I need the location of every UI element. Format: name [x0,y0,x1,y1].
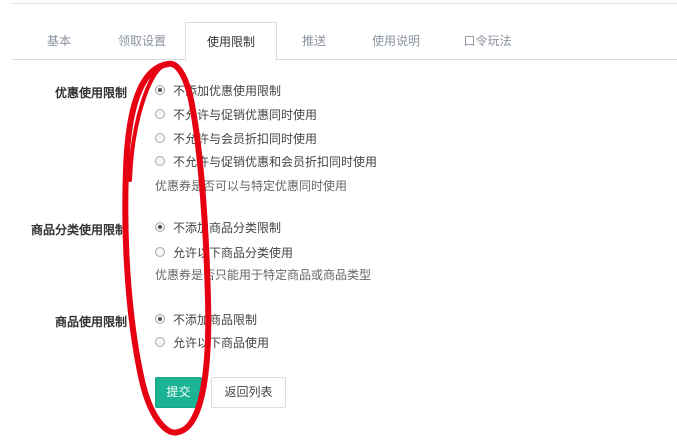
category-limit-label: 商品分类使用限制 [30,223,127,237]
promo-option-no-both[interactable]: 不允许与促销优惠和会员折扣同时使用 [155,153,377,169]
tab-push[interactable]: 推送 [294,22,334,60]
option-label: 不添加商品分类限制 [173,220,282,235]
back-to-list-button[interactable]: 返回列表 [211,377,286,408]
radio-button[interactable] [155,314,165,324]
option-label: 不允许与促销优惠同时使用 [173,107,318,122]
product-option-none[interactable]: 不添加商品限制 [155,311,257,327]
radio-button[interactable] [155,109,165,119]
submit-button[interactable]: 提交 [155,377,202,408]
radio-button[interactable] [155,156,165,166]
top-divider [12,3,677,4]
option-label: 允许以下商品分类使用 [173,245,294,260]
option-label: 不允许与促销优惠和会员折扣同时使用 [173,154,378,169]
tab-usage-limits[interactable]: 使用限制 [185,22,277,61]
promo-limit-label: 优惠使用限制 [54,86,127,100]
tab-usage-instructions[interactable]: 使用说明 [361,22,431,60]
option-label: 不添加商品限制 [173,312,258,327]
product-limit-label: 商品使用限制 [54,315,127,329]
radio-button[interactable] [155,337,165,347]
option-label: 不添加优惠使用限制 [173,83,282,98]
promo-option-no-promotion[interactable]: 不允许与促销优惠同时使用 [155,106,317,122]
option-label: 允许以下商品使用 [173,335,270,350]
tab-password-play[interactable]: 口令玩法 [455,22,520,60]
promo-option-none[interactable]: 不添加优惠使用限制 [155,82,281,98]
promo-hint: 优惠券是否可以与特定优惠同时使用 [155,179,348,193]
promo-option-no-member-discount[interactable]: 不允许与会员折扣同时使用 [155,130,317,146]
tab-bar: 基本 领取设置 使用限制 推送 使用说明 口令玩法 [12,22,677,61]
tab-claim-settings[interactable]: 领取设置 [107,22,177,60]
option-label: 不允许与会员折扣同时使用 [173,131,318,146]
product-option-allow[interactable]: 允许以下商品使用 [155,334,269,350]
radio-button[interactable] [155,222,165,232]
category-option-allow[interactable]: 允许以下商品分类使用 [155,244,293,260]
category-hint: 优惠券是否只能用于特定商品或商品类型 [155,268,372,282]
category-option-none[interactable]: 不添加商品分类限制 [155,219,281,235]
tab-basic[interactable]: 基本 [34,22,84,60]
radio-button[interactable] [155,133,165,143]
radio-button[interactable] [155,247,165,257]
radio-button[interactable] [155,85,165,95]
